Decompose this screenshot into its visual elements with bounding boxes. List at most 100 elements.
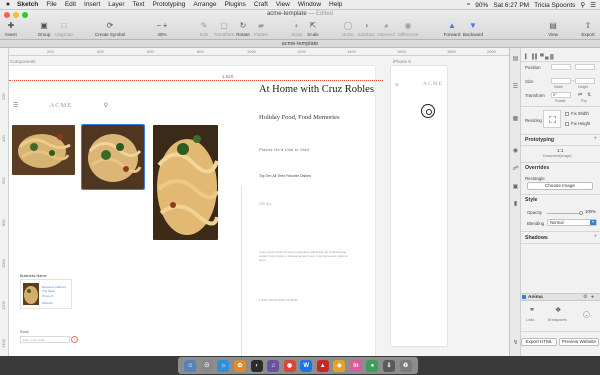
ungroup-button[interactable]: □ Ungroup bbox=[49, 21, 79, 37]
search-icon[interactable]: ⚲ bbox=[104, 102, 108, 109]
hamburger-icon[interactable]: ☰ bbox=[395, 82, 399, 87]
menu-help[interactable]: Help bbox=[325, 1, 346, 8]
artboard-main[interactable]: ☰ ACME ⚲ At Home with Cruz Robles Holida… bbox=[9, 66, 375, 356]
photos-icon[interactable]: ✿ bbox=[233, 359, 246, 372]
trash-icon[interactable]: ♻ bbox=[399, 359, 412, 372]
invision-icon[interactable]: in bbox=[349, 359, 362, 372]
align-left-icon[interactable]: ▍ ▐ ▌ ▀ ▄ ▓ bbox=[525, 54, 554, 60]
breakpoints-icon[interactable]: ❖ bbox=[555, 306, 561, 314]
menu-text[interactable]: Text bbox=[129, 1, 149, 8]
layers-icon[interactable]: ▦ bbox=[512, 116, 519, 122]
food-photo-selected[interactable] bbox=[81, 124, 145, 190]
opacity-slider[interactable] bbox=[547, 213, 581, 214]
fix-width-checkbox[interactable] bbox=[565, 112, 569, 116]
blending-select[interactable]: Normal ▾ bbox=[547, 219, 597, 226]
preview-website-button[interactable]: Preview Website bbox=[559, 338, 599, 346]
symbol-icon[interactable]: ◉ bbox=[512, 148, 519, 154]
flip-vertical-icon[interactable]: ⇅ bbox=[587, 92, 591, 98]
artboard-label-components[interactable]: Components bbox=[10, 59, 36, 64]
scale-button[interactable]: ⇱ Scale bbox=[298, 21, 328, 37]
vertical-ruler[interactable]: 200 400 600 800 1000 1200 1400 bbox=[0, 48, 9, 356]
create-symbol-button[interactable]: ⟳ Create Symbol bbox=[95, 21, 125, 37]
difference-button[interactable]: ◉ Difference bbox=[393, 21, 423, 37]
places-heading[interactable]: Places He'd Like to Visit bbox=[259, 147, 309, 152]
business-card[interactable]: Business Address City State Phone # Webs… bbox=[20, 279, 72, 309]
export-html-button[interactable]: Export HTML bbox=[521, 338, 557, 346]
sketch-icon[interactable]: ◆ bbox=[333, 359, 346, 372]
apple-icon[interactable]: ● bbox=[3, 1, 13, 8]
business-phone[interactable]: Phone # bbox=[42, 294, 53, 298]
app-icon[interactable]: ● bbox=[366, 359, 379, 372]
hero-title[interactable]: At Home with Cruz Robles bbox=[259, 84, 374, 96]
word-icon[interactable]: W bbox=[300, 359, 313, 372]
clock[interactable]: Sat 6:27 PM bbox=[493, 2, 529, 9]
terminal-icon[interactable]: › bbox=[250, 359, 263, 372]
battery-percent[interactable]: 90% bbox=[475, 2, 488, 9]
user-name[interactable]: Tricia Spoonts bbox=[534, 2, 575, 9]
image-icon[interactable]: ▣ bbox=[512, 184, 519, 190]
flatten-button[interactable]: ▰ Flatten bbox=[246, 21, 276, 37]
link-icon[interactable]: ☍ bbox=[512, 166, 519, 172]
export-button[interactable]: ⇧ Export bbox=[573, 21, 600, 37]
align-icon[interactable]: ▤ bbox=[512, 56, 519, 62]
more-link[interactable]: Lorem ipsum dolor sit amet bbox=[259, 298, 297, 302]
food-photo[interactable] bbox=[12, 125, 75, 175]
menu-list-icon[interactable]: ☰ bbox=[590, 1, 596, 9]
flip-horizontal-icon[interactable]: ⇄ bbox=[578, 92, 582, 98]
resizing-widget[interactable] bbox=[543, 110, 561, 128]
menu-insert[interactable]: Insert bbox=[80, 1, 104, 8]
business-website[interactable]: Website bbox=[42, 301, 53, 305]
top-ten-heading[interactable]: Top Ten All Time Favorite Dishes bbox=[259, 174, 311, 178]
menu-arrange[interactable]: Arrange bbox=[189, 1, 220, 8]
x-field[interactable] bbox=[551, 64, 571, 70]
wifi-icon[interactable]: ≈ bbox=[467, 2, 470, 8]
business-title[interactable]: Business Name bbox=[20, 274, 47, 278]
collapse-icon[interactable]: ⌄ bbox=[583, 311, 590, 318]
artboard-iphone[interactable]: ☰ ACME bbox=[391, 66, 447, 346]
hamburger-icon[interactable]: ☰ bbox=[13, 102, 18, 109]
breakpoints-label[interactable]: Breakpoints bbox=[548, 318, 567, 322]
y-field[interactable] bbox=[575, 64, 595, 70]
search-icon[interactable]: ⚲ bbox=[580, 1, 585, 9]
choose-image-button[interactable]: Choose Image bbox=[527, 182, 593, 190]
menu-file[interactable]: File bbox=[42, 1, 60, 8]
artboard-label-iphone[interactable]: iPhone 8 bbox=[393, 59, 411, 64]
document-tab[interactable]: acme-template bbox=[0, 40, 600, 48]
bolt-icon[interactable]: ↯ bbox=[512, 340, 519, 346]
device-icon[interactable]: ▮ bbox=[512, 201, 519, 207]
newsletter-input[interactable]: Enter your email bbox=[20, 336, 70, 343]
symbol-source[interactable]: Document(image) bbox=[543, 154, 572, 158]
site-logo[interactable]: ACME bbox=[50, 102, 73, 109]
finder-icon[interactable]: ☺ bbox=[184, 359, 197, 372]
menu-layer[interactable]: Layer bbox=[104, 1, 128, 8]
menu-view[interactable]: View bbox=[272, 1, 294, 8]
zoom-control[interactable]: − + 48% bbox=[147, 21, 177, 37]
rotate-field[interactable]: 0° bbox=[551, 92, 571, 98]
opacity-slider-knob[interactable] bbox=[579, 211, 583, 215]
height-field[interactable] bbox=[575, 78, 595, 84]
opacity-value[interactable]: 100% bbox=[585, 209, 596, 214]
distribute-icon[interactable]: ☰ bbox=[512, 84, 519, 90]
canvas[interactable]: Components iPhone 8 ☰ ACME ⚲ At Home wit… bbox=[9, 56, 509, 356]
newsletter-submit-icon[interactable]: › bbox=[71, 336, 78, 343]
menu-sketch[interactable]: Sketch bbox=[13, 1, 42, 8]
menu-craft[interactable]: Craft bbox=[250, 1, 272, 8]
music-icon[interactable]: ♫ bbox=[267, 359, 280, 372]
anima-gear-icon[interactable]: ⚙ bbox=[583, 294, 587, 300]
menu-window[interactable]: Window bbox=[294, 1, 325, 8]
links-label[interactable]: Links bbox=[526, 318, 534, 322]
hero-subtitle[interactable]: Holiday Food, Food Memories bbox=[259, 114, 374, 122]
menu-prototyping[interactable]: Prototyping bbox=[148, 1, 189, 8]
anima-help-icon[interactable]: ● bbox=[591, 294, 594, 300]
insert-button[interactable]: ✚ Insert bbox=[0, 21, 26, 37]
body-paragraph[interactable]: Lorem ipsum dolor sit amet consectetur a… bbox=[259, 250, 349, 262]
links-icon[interactable]: ⚭ bbox=[529, 306, 535, 314]
chrome-icon[interactable]: ◉ bbox=[283, 359, 296, 372]
safari-icon[interactable]: ☼ bbox=[217, 359, 230, 372]
launchpad-icon[interactable]: ☉ bbox=[200, 359, 213, 372]
width-field[interactable] bbox=[551, 78, 571, 84]
fix-height-checkbox[interactable] bbox=[565, 122, 569, 126]
add-prototyping-icon[interactable]: + bbox=[593, 136, 597, 142]
add-shadow-icon[interactable]: + bbox=[593, 234, 597, 240]
acrobat-icon[interactable]: ▲ bbox=[316, 359, 329, 372]
